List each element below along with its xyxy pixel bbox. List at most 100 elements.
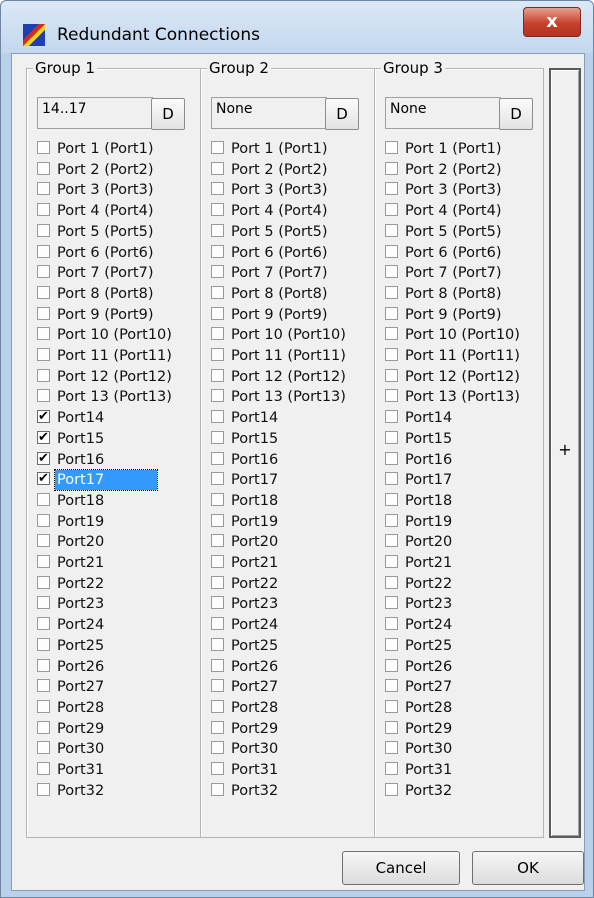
checkbox[interactable] — [385, 513, 398, 527]
checkbox[interactable] — [211, 368, 224, 382]
checkbox[interactable] — [385, 492, 398, 506]
checkbox[interactable] — [385, 306, 398, 320]
checkbox[interactable] — [37, 720, 50, 734]
checkbox[interactable] — [211, 410, 224, 424]
group-2-range-field[interactable]: None — [211, 97, 327, 129]
group-2-d-button[interactable]: D — [325, 98, 359, 130]
checkbox[interactable] — [37, 368, 50, 382]
checkbox[interactable] — [385, 534, 398, 548]
checkbox[interactable] — [385, 741, 398, 755]
checkbox[interactable] — [385, 555, 398, 568]
checkbox[interactable] — [211, 534, 224, 548]
checkbox[interactable] — [385, 699, 398, 713]
checkbox[interactable] — [385, 410, 398, 424]
checkbox-checked[interactable]: ✔ — [37, 451, 50, 465]
group-3-d-button[interactable]: D — [499, 98, 533, 130]
checkbox[interactable] — [385, 782, 398, 796]
checkbox[interactable] — [37, 203, 50, 217]
checkbox[interactable] — [211, 223, 224, 237]
checkbox[interactable] — [211, 451, 224, 465]
add-group-button[interactable]: + — [549, 68, 581, 838]
checkbox[interactable] — [385, 658, 398, 672]
checkbox[interactable] — [385, 265, 398, 279]
checkbox[interactable] — [211, 348, 224, 361]
checkbox[interactable] — [385, 141, 398, 154]
checkbox[interactable] — [37, 285, 50, 299]
checkbox[interactable] — [211, 430, 224, 444]
checkbox[interactable] — [385, 327, 398, 341]
checkbox[interactable] — [37, 306, 50, 320]
checkbox[interactable] — [211, 285, 224, 299]
checkbox[interactable] — [37, 265, 50, 279]
checkbox[interactable] — [37, 699, 50, 713]
checkbox[interactable] — [385, 203, 398, 217]
checkbox[interactable] — [37, 513, 50, 527]
checkbox[interactable] — [211, 575, 224, 589]
checkbox[interactable] — [211, 658, 224, 672]
group-3-range-field[interactable]: None — [385, 97, 501, 129]
checkbox[interactable] — [37, 555, 50, 568]
checkbox[interactable] — [37, 782, 50, 796]
checkbox[interactable] — [385, 223, 398, 237]
checkbox[interactable] — [211, 492, 224, 506]
checkbox[interactable] — [211, 720, 224, 734]
checkbox[interactable] — [211, 596, 224, 610]
checkbox[interactable] — [211, 741, 224, 755]
checkbox[interactable] — [37, 637, 50, 651]
checkbox-checked[interactable]: ✔ — [37, 430, 50, 444]
checkbox-checked[interactable]: ✔ — [37, 472, 50, 486]
checkbox[interactable] — [385, 596, 398, 610]
checkbox[interactable] — [211, 637, 224, 651]
checkbox[interactable] — [37, 617, 50, 631]
checkbox[interactable] — [385, 368, 398, 382]
checkbox[interactable] — [211, 762, 224, 775]
checkbox[interactable] — [385, 244, 398, 258]
checkbox[interactable] — [37, 141, 50, 154]
checkbox[interactable] — [385, 575, 398, 589]
checkbox[interactable] — [211, 203, 224, 217]
checkbox[interactable] — [37, 658, 50, 672]
checkbox[interactable] — [37, 492, 50, 506]
checkbox[interactable] — [211, 699, 224, 713]
checkbox[interactable] — [385, 348, 398, 361]
checkbox[interactable] — [385, 430, 398, 444]
checkbox[interactable] — [211, 513, 224, 527]
checkbox[interactable] — [37, 679, 50, 693]
checkbox[interactable] — [211, 679, 224, 693]
checkbox[interactable] — [211, 141, 224, 154]
checkbox[interactable] — [37, 741, 50, 755]
checkbox[interactable] — [385, 451, 398, 465]
ok-button[interactable]: OK — [472, 851, 584, 885]
checkbox[interactable] — [385, 762, 398, 775]
close-button[interactable]: x — [523, 7, 581, 37]
checkbox[interactable] — [211, 244, 224, 258]
checkbox[interactable] — [385, 472, 398, 486]
checkbox[interactable] — [385, 637, 398, 651]
checkbox[interactable] — [211, 182, 224, 196]
checkbox[interactable] — [385, 389, 398, 403]
checkbox[interactable] — [211, 161, 224, 175]
checkbox[interactable] — [37, 575, 50, 589]
cancel-button[interactable]: Cancel — [342, 851, 460, 885]
checkbox[interactable] — [37, 389, 50, 403]
checkbox[interactable] — [37, 161, 50, 175]
group-1-range-field[interactable]: 14..17 — [37, 97, 153, 129]
checkbox[interactable] — [211, 327, 224, 341]
checkbox[interactable] — [211, 782, 224, 796]
checkbox[interactable] — [211, 265, 224, 279]
checkbox[interactable] — [37, 223, 50, 237]
checkbox[interactable] — [385, 285, 398, 299]
checkbox[interactable] — [211, 617, 224, 631]
checkbox[interactable] — [211, 472, 224, 486]
title-bar[interactable]: Redundant Connections x — [1, 1, 593, 53]
checkbox[interactable] — [211, 555, 224, 568]
checkbox[interactable] — [37, 596, 50, 610]
checkbox[interactable] — [385, 161, 398, 175]
checkbox[interactable] — [37, 244, 50, 258]
checkbox[interactable] — [37, 182, 50, 196]
checkbox[interactable] — [37, 348, 50, 361]
group-1-d-button[interactable]: D — [151, 98, 185, 130]
checkbox[interactable] — [37, 327, 50, 341]
checkbox[interactable] — [385, 617, 398, 631]
checkbox[interactable] — [211, 306, 224, 320]
